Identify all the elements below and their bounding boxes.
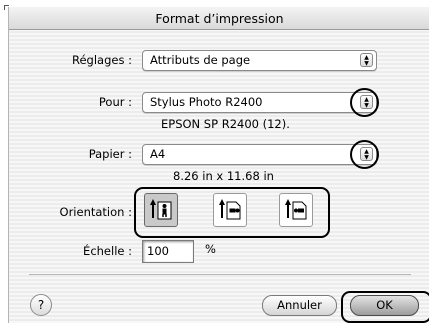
scale-input[interactable]: 100 [142,240,194,263]
page-setup-dialog: Format d’impression Réglages : Attributs… [8,7,429,323]
format-for-popup[interactable]: Stylus Photo R2400 ▲ ▼ [142,92,377,113]
paper-label: Papier : [88,147,132,161]
format-for-label: Pour : [98,95,132,109]
orientation-label: Orientation : [59,205,132,219]
settings-popup[interactable]: Attributs de page ▲ ▼ [142,50,377,71]
landscape-left-orientation-icon [219,199,241,220]
help-button[interactable]: ? [30,294,52,316]
divider [29,274,411,275]
up-down-arrows-icon: ▲ ▼ [360,53,373,67]
paper-arrows-highlight-ring [350,140,379,169]
question-mark-icon: ? [37,298,45,312]
printer-description: EPSON SP R2400 (12). [161,117,290,131]
paper-size-popup-value: A4 [150,147,166,161]
format-for-popup-value: Stylus Photo R2400 [150,95,263,109]
settings-popup-value: Attributs de page [150,53,251,67]
orientation-landscape-left-button[interactable] [213,193,247,227]
paper-size-popup[interactable]: A4 ▲ ▼ [142,144,377,165]
scale-input-value: 100 [147,244,169,258]
scale-unit: % [205,242,216,256]
orientation-landscape-right-button[interactable] [279,193,313,227]
printer-arrows-highlight-ring [350,88,379,117]
scale-label: Échelle : [83,244,132,258]
ok-highlight-box [341,291,429,323]
title-bar[interactable]: Format d’impression [9,7,429,30]
paper-dimensions: 8.26 in x 11.68 in [173,169,274,183]
portrait-orientation-icon [150,199,172,220]
orientation-portrait-button[interactable] [144,193,178,227]
window-title: Format d’impression [155,11,284,26]
cancel-button[interactable]: Annuler [262,295,337,316]
landscape-right-orientation-icon [285,199,307,220]
settings-label: Réglages : [72,53,132,67]
